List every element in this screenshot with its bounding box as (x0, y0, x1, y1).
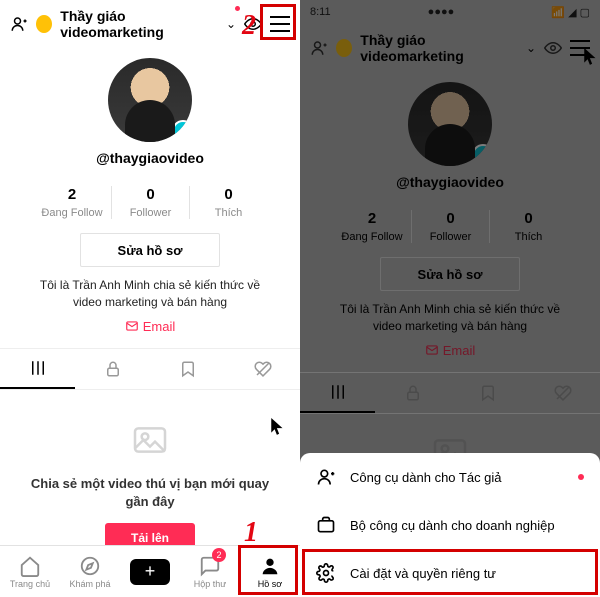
annotation-number-2: 2 (242, 10, 256, 42)
plus-icon: + (130, 559, 170, 585)
empty-text: Chia sẻ một video thú vị bạn mới quay gầ… (30, 475, 270, 511)
person-icon (316, 467, 336, 487)
briefcase-icon (316, 515, 336, 535)
email-icon (125, 319, 139, 333)
profile-tabs (0, 348, 300, 390)
coin-icon[interactable] (36, 15, 52, 33)
tab-saved[interactable] (150, 349, 225, 389)
nav-inbox[interactable]: Hộp thư2 (180, 546, 240, 597)
edit-profile-button[interactable]: Sửa hồ sơ (80, 233, 220, 267)
annotation-number-1: 1 (244, 517, 258, 549)
settings-sheet: Công cụ dành cho Tác giả Bộ công cụ dành… (300, 453, 600, 597)
profile-name[interactable]: Thầy giáo videomarketing (60, 8, 216, 40)
tab-locked[interactable] (75, 349, 150, 389)
hamburger-menu-icon[interactable] (270, 16, 290, 32)
tab-liked[interactable] (225, 349, 300, 389)
email-link[interactable]: Email (0, 319, 300, 334)
sheet-settings-privacy[interactable]: Cài đặt và quyền riêng tư (300, 549, 600, 597)
stat-following[interactable]: 2Đang Follow (33, 186, 111, 219)
notification-dot (578, 474, 584, 480)
stat-likes[interactable]: 0Thích (189, 186, 267, 219)
nav-home[interactable]: Trang chủ (0, 546, 60, 597)
avatar[interactable]: + (108, 58, 192, 142)
avatar-add-icon[interactable]: + (172, 120, 192, 142)
gear-icon (316, 563, 336, 583)
cursor-icon (271, 418, 285, 436)
cursor-icon (584, 48, 598, 66)
nav-discover[interactable]: Khám phá (60, 546, 120, 597)
nav-profile[interactable]: Hồ sơ (240, 546, 300, 597)
bottom-nav: Trang chủ Khám phá + Hộp thư2 Hồ sơ (0, 545, 300, 597)
stats-row: 2Đang Follow 0Follower 0Thích (0, 186, 300, 219)
screenshot-right: 8:11 ●●●● 📶 ◢ ▢ Thầy giáo videomarketing… (300, 0, 600, 597)
add-friend-icon[interactable] (10, 14, 28, 34)
stat-followers[interactable]: 0Follower (111, 186, 189, 219)
nav-create[interactable]: + (120, 546, 180, 597)
inbox-badge: 2 (212, 548, 226, 562)
chevron-down-icon[interactable]: ⌄ (226, 17, 236, 31)
username: @thaygiaovideo (0, 150, 300, 166)
tab-grid[interactable] (0, 349, 75, 389)
empty-photo-icon (125, 420, 175, 460)
sheet-business-tools[interactable]: Bộ công cụ dành cho doanh nghiệp (300, 501, 600, 549)
screenshot-left: Thầy giáo videomarketing ⌄ 2 + @thaygiao… (0, 0, 300, 597)
notification-dot (235, 6, 240, 11)
avatar-block: + @thaygiaovideo (0, 48, 300, 172)
sheet-creator-tools[interactable]: Công cụ dành cho Tác giả (300, 453, 600, 501)
bio-text: Tôi là Trần Anh Minh chia sẻ kiến thức v… (0, 277, 300, 311)
